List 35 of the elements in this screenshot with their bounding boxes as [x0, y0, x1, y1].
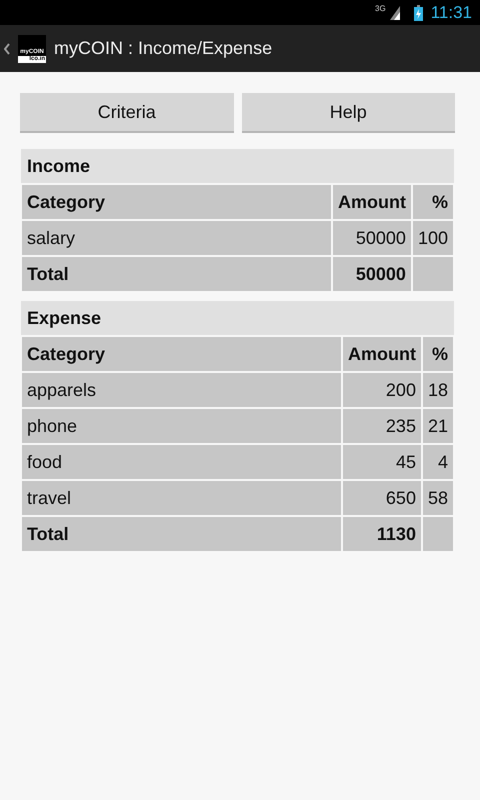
section-header: Expense — [21, 301, 454, 335]
table-cell: 235 — [342, 409, 421, 443]
total-cell: 1130 — [342, 517, 421, 551]
table-cell: 4 — [422, 445, 453, 479]
total-cell: Total — [22, 517, 341, 551]
table-cell: 50000 — [332, 221, 411, 255]
section-header: Income — [21, 149, 454, 183]
action-button[interactable]: Criteria — [20, 93, 234, 133]
table-cell: phone — [22, 409, 341, 443]
network-type-label: 3G — [375, 3, 386, 15]
back-icon[interactable] — [4, 42, 10, 54]
signal-icon — [390, 6, 400, 20]
table-cell: salary — [22, 221, 331, 255]
clock-time: 11:31 — [430, 2, 472, 24]
column-header: Amount — [332, 185, 411, 219]
table-cell: apparels — [22, 373, 341, 407]
table-cell: 650 — [342, 481, 421, 515]
table-cell: 200 — [342, 373, 421, 407]
column-header: Category — [22, 337, 341, 371]
column-header: Amount — [342, 337, 421, 371]
total-cell: 50000 — [332, 257, 411, 291]
battery-charging-icon — [414, 4, 423, 20]
table-cell: 58 — [422, 481, 453, 515]
table-cell: travel — [22, 481, 341, 515]
table-cell: 21 — [422, 409, 453, 443]
table-cell: 18 — [422, 373, 453, 407]
column-header: % — [412, 185, 453, 219]
action-button[interactable]: Help — [242, 93, 455, 133]
table-cell: food — [22, 445, 341, 479]
column-header: % — [422, 337, 453, 371]
total-cell: Total — [22, 257, 331, 291]
column-header: Category — [22, 185, 331, 219]
table-cell: 100 — [412, 221, 453, 255]
screen-title: myCOIN : Income/Expense — [54, 37, 272, 60]
table-cell: 45 — [342, 445, 421, 479]
